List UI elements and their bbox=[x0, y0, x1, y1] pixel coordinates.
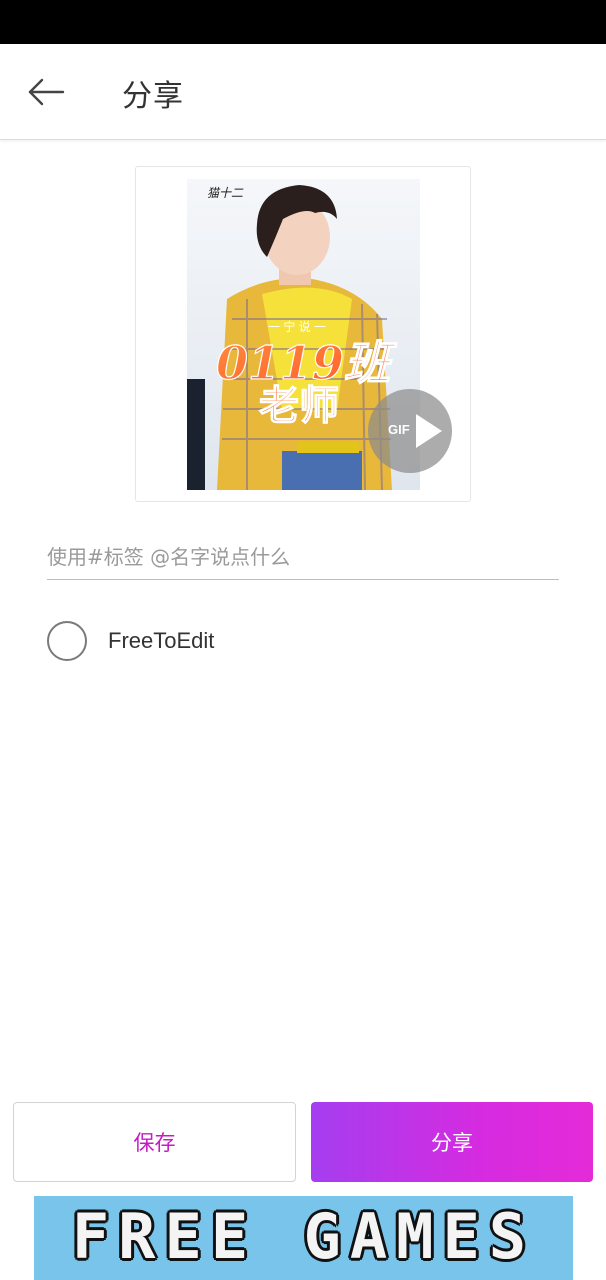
play-icon bbox=[416, 414, 442, 448]
free-to-edit-option[interactable]: FreeToEdit bbox=[47, 620, 214, 662]
svg-text:猫十二: 猫十二 bbox=[207, 186, 244, 200]
status-bar bbox=[0, 0, 606, 44]
back-button[interactable] bbox=[22, 70, 70, 114]
app-header: 分享 bbox=[0, 44, 606, 140]
ad-text: FREE GAMES bbox=[71, 1200, 536, 1273]
free-to-edit-radio[interactable] bbox=[47, 621, 87, 661]
free-to-edit-label: FreeToEdit bbox=[108, 628, 215, 653]
gif-play-button[interactable]: GIF bbox=[368, 389, 452, 473]
save-button[interactable]: 保存 bbox=[13, 1102, 296, 1182]
preview-card: 一 宁 说 一 0119班 老师 猫十二 GIF bbox=[135, 166, 471, 502]
page-title: 分享 bbox=[122, 79, 184, 114]
arrow-left-icon bbox=[28, 78, 65, 106]
svg-text:一 宁 说 一: 一 宁 说 一 bbox=[268, 319, 326, 334]
gif-label: GIF bbox=[388, 422, 410, 437]
caption-input[interactable] bbox=[47, 540, 559, 580]
ad-banner[interactable]: FREE GAMES bbox=[34, 1196, 573, 1280]
share-button[interactable]: 分享 bbox=[311, 1102, 593, 1182]
svg-text:老师: 老师 bbox=[259, 382, 339, 429]
